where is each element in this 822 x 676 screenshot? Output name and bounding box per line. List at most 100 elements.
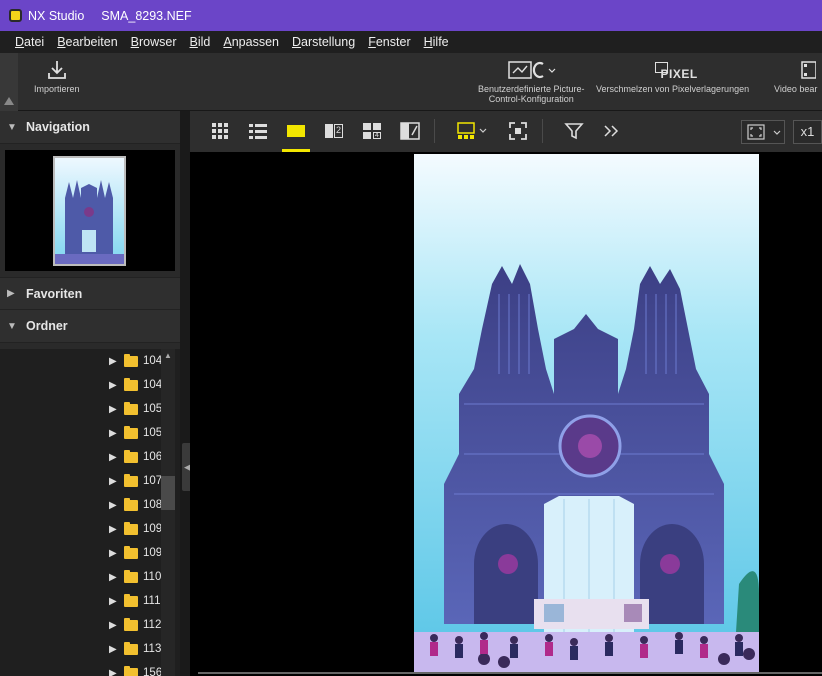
- scroll-up-icon[interactable]: ▲: [163, 351, 173, 361]
- menu-fenster[interactable]: Fenster: [368, 35, 410, 49]
- folder-item[interactable]: ▶ 112: [0, 613, 170, 637]
- folder-item[interactable]: ▶ 111: [0, 589, 170, 613]
- expand-arrow-icon[interactable]: ▶: [109, 356, 117, 367]
- picture-control-button[interactable]: Benutzerdefinierte Picture- Control-Konfi…: [478, 59, 585, 104]
- folder-icon: [124, 666, 138, 676]
- before-after-icon[interactable]: [400, 121, 420, 141]
- zoom-x1-button[interactable]: x1: [793, 120, 822, 144]
- folder-item[interactable]: ▶ 106: [0, 445, 170, 469]
- folder-item[interactable]: ▶ 104: [0, 373, 170, 397]
- app-title: NX Studio: [28, 8, 85, 23]
- more-chevrons-icon[interactable]: [602, 121, 622, 141]
- folders-header[interactable]: ▼ Ordner: [0, 310, 180, 343]
- expand-arrow-icon[interactable]: ▶: [109, 668, 117, 676]
- menu-hilfe[interactable]: Hilfe: [424, 35, 449, 49]
- folder-item[interactable]: ▶ 105: [0, 421, 170, 445]
- triangle-down-icon: ▼: [7, 320, 17, 332]
- expand-arrow-icon[interactable]: ▶: [109, 404, 117, 415]
- folder-tree: ▶ 104 ▶ 104 ▶ 105 ▶ 105 ▶ 106 ▶ 107 ▶ 108 ▶ 109 …: [0, 349, 180, 676]
- import-button[interactable]: Importieren: [34, 59, 80, 94]
- folder-icon: [124, 354, 138, 367]
- folder-icon: [124, 498, 138, 511]
- folder-item[interactable]: ▶ 113: [0, 637, 170, 661]
- expand-arrow-icon[interactable]: ▶: [109, 476, 117, 487]
- menu-bar: Datei Bearbeiten Browser Bild Anpassen D…: [0, 31, 822, 53]
- expand-arrow-icon[interactable]: ▶: [109, 452, 117, 463]
- import-label: Importieren: [34, 84, 80, 94]
- folders-title: Ordner: [26, 319, 68, 333]
- toolbar-separator: [542, 119, 543, 143]
- filter-icon[interactable]: [564, 121, 584, 141]
- folder-item[interactable]: ▶ 110: [0, 565, 170, 589]
- compare-4-icon[interactable]: 4: [362, 121, 382, 141]
- navigation-title: Navigation: [26, 120, 90, 134]
- folder-icon: [124, 450, 138, 463]
- viewer-bottom-scrollbar[interactable]: [198, 672, 822, 674]
- folder-item[interactable]: ▶ 156: [0, 661, 170, 676]
- fit-icon: [747, 124, 765, 140]
- folder-icon: [124, 642, 138, 655]
- compare-2-icon[interactable]: 2: [324, 121, 344, 141]
- expand-arrow-icon[interactable]: ▶: [109, 548, 117, 559]
- image-viewer[interactable]: [190, 152, 822, 676]
- pixel-shift-label: Verschmelzen von Pixelverlagerungen: [596, 84, 750, 94]
- folder-icon: [124, 378, 138, 391]
- app-logo-icon: [9, 9, 22, 22]
- left-panel: ▼ Navigation ▶ Favoriten ▼ Ordner ▶ 104 …: [0, 111, 180, 676]
- picture-control-icon: [508, 61, 556, 79]
- menu-bearbeiten[interactable]: Bearbeiten: [57, 35, 117, 49]
- folder-item[interactable]: ▶ 108: [0, 493, 170, 517]
- chevron-down-icon: [773, 130, 781, 135]
- chevron-down-icon[interactable]: [479, 128, 487, 134]
- video-edit-label: Video bear: [774, 84, 818, 94]
- fit-screen-icon[interactable]: [508, 121, 528, 141]
- menu-anpassen[interactable]: Anpassen: [223, 35, 279, 49]
- panel-splitter[interactable]: [180, 111, 190, 676]
- expand-arrow-icon[interactable]: ▶: [109, 572, 117, 583]
- folder-item[interactable]: ▶ 107: [0, 469, 170, 493]
- menu-datei[interactable]: Datei: [15, 35, 44, 49]
- toolbar-separator: [434, 119, 435, 143]
- list-view-icon[interactable]: [248, 121, 268, 141]
- favorites-header[interactable]: ▶ Favoriten: [0, 277, 180, 310]
- folder-icon: [124, 402, 138, 415]
- title-bar: NX Studio SMA_8293.NEF: [0, 0, 822, 31]
- cathedral-photo[interactable]: [414, 154, 759, 674]
- folder-icon: [124, 594, 138, 607]
- favorites-title: Favoriten: [26, 286, 83, 301]
- folder-scrollbar[interactable]: ▲: [161, 349, 175, 676]
- folder-item[interactable]: ▶ 109: [0, 541, 170, 565]
- thumbnail-grid-icon[interactable]: [210, 121, 230, 141]
- video-edit-button[interactable]: Video bear: [774, 59, 817, 94]
- expand-arrow-icon[interactable]: ▶: [109, 620, 117, 631]
- filmstrip-icon[interactable]: [456, 121, 476, 141]
- pixel-shift-button[interactable]: PIXEL Verschmelzen von Pixelverlagerunge…: [596, 59, 749, 94]
- expand-arrow-icon[interactable]: ▶: [109, 644, 117, 655]
- folder-item[interactable]: ▶ 109: [0, 517, 170, 541]
- photo-image: [414, 154, 759, 674]
- expand-arrow-icon[interactable]: ▶: [109, 428, 117, 439]
- expand-arrow-icon[interactable]: ▶: [109, 524, 117, 535]
- scrollbar-thumb[interactable]: [161, 476, 175, 510]
- navigation-preview: [0, 144, 180, 277]
- expand-arrow-icon[interactable]: ▶: [109, 500, 117, 511]
- view-toolbar: 2 4 x1: [190, 111, 822, 152]
- folder-item[interactable]: ▶ 104: [0, 349, 170, 373]
- video-edit-icon: [800, 61, 816, 79]
- triangle-down-icon: ▼: [7, 121, 17, 133]
- toolbar-collapse-button[interactable]: [0, 53, 18, 111]
- single-image-view-icon[interactable]: [286, 121, 306, 141]
- navigation-header[interactable]: ▼ Navigation: [0, 111, 180, 144]
- menu-bild[interactable]: Bild: [190, 35, 211, 49]
- picture-control-label: Benutzerdefinierte Picture- Control-Konfi…: [478, 84, 585, 104]
- import-icon: [47, 61, 66, 79]
- navigation-thumbnail[interactable]: [53, 156, 126, 266]
- menu-browser[interactable]: Browser: [131, 35, 177, 49]
- expand-arrow-icon[interactable]: ▶: [109, 380, 117, 391]
- expand-arrow-icon[interactable]: ▶: [109, 596, 117, 607]
- folder-item[interactable]: ▶ 105: [0, 397, 170, 421]
- folder-icon: [124, 522, 138, 535]
- triangle-up-icon: [4, 97, 14, 105]
- menu-darstellung[interactable]: Darstellung: [292, 35, 355, 49]
- zoom-mode-dropdown[interactable]: [741, 120, 785, 144]
